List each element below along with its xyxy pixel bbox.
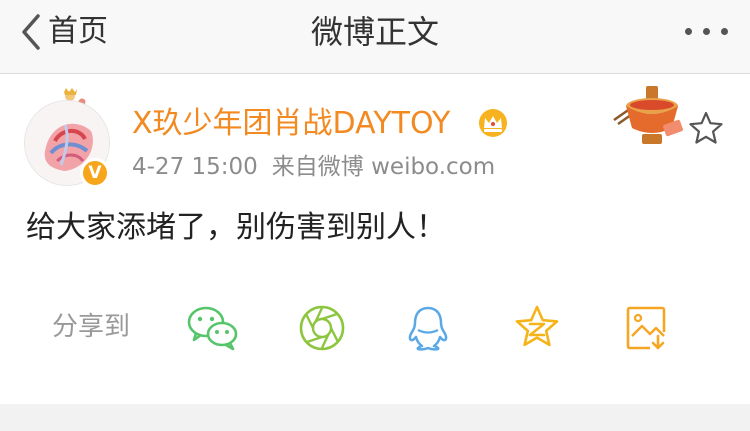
hotpot-decoration-icon bbox=[613, 86, 683, 144]
qq-icon[interactable] bbox=[406, 304, 450, 352]
qzone-icon[interactable] bbox=[514, 304, 560, 350]
nav-bar: 首页 微博正文 bbox=[0, 0, 750, 74]
username-link[interactable]: X玖少年团肖战DAYTOY bbox=[132, 104, 450, 144]
post-time: 4-27 15:00 bbox=[132, 154, 258, 180]
moments-icon[interactable] bbox=[298, 304, 346, 352]
post-meta: 4-27 15:00 来自微博 weibo.com bbox=[132, 152, 495, 182]
save-image-icon[interactable] bbox=[624, 304, 668, 352]
ellipsis-icon[interactable] bbox=[685, 28, 728, 35]
section-divider bbox=[0, 404, 750, 431]
post-content: 给大家添堵了，别伤害到别人！ bbox=[26, 210, 446, 245]
wechat-icon[interactable] bbox=[186, 304, 240, 352]
verified-badge: V bbox=[80, 158, 110, 188]
avatar[interactable]: V bbox=[22, 88, 122, 188]
crown-icon bbox=[479, 109, 507, 137]
share-label: 分享到 bbox=[52, 312, 131, 342]
favorite-star-icon[interactable] bbox=[688, 110, 724, 146]
page-title: 微博正文 bbox=[310, 13, 439, 51]
post-source: 来自微博 weibo.com bbox=[271, 154, 496, 180]
post-card: V X玖少年团肖战DAYTOY 4-27 15:00 来自微博 weibo.com… bbox=[0, 74, 750, 404]
